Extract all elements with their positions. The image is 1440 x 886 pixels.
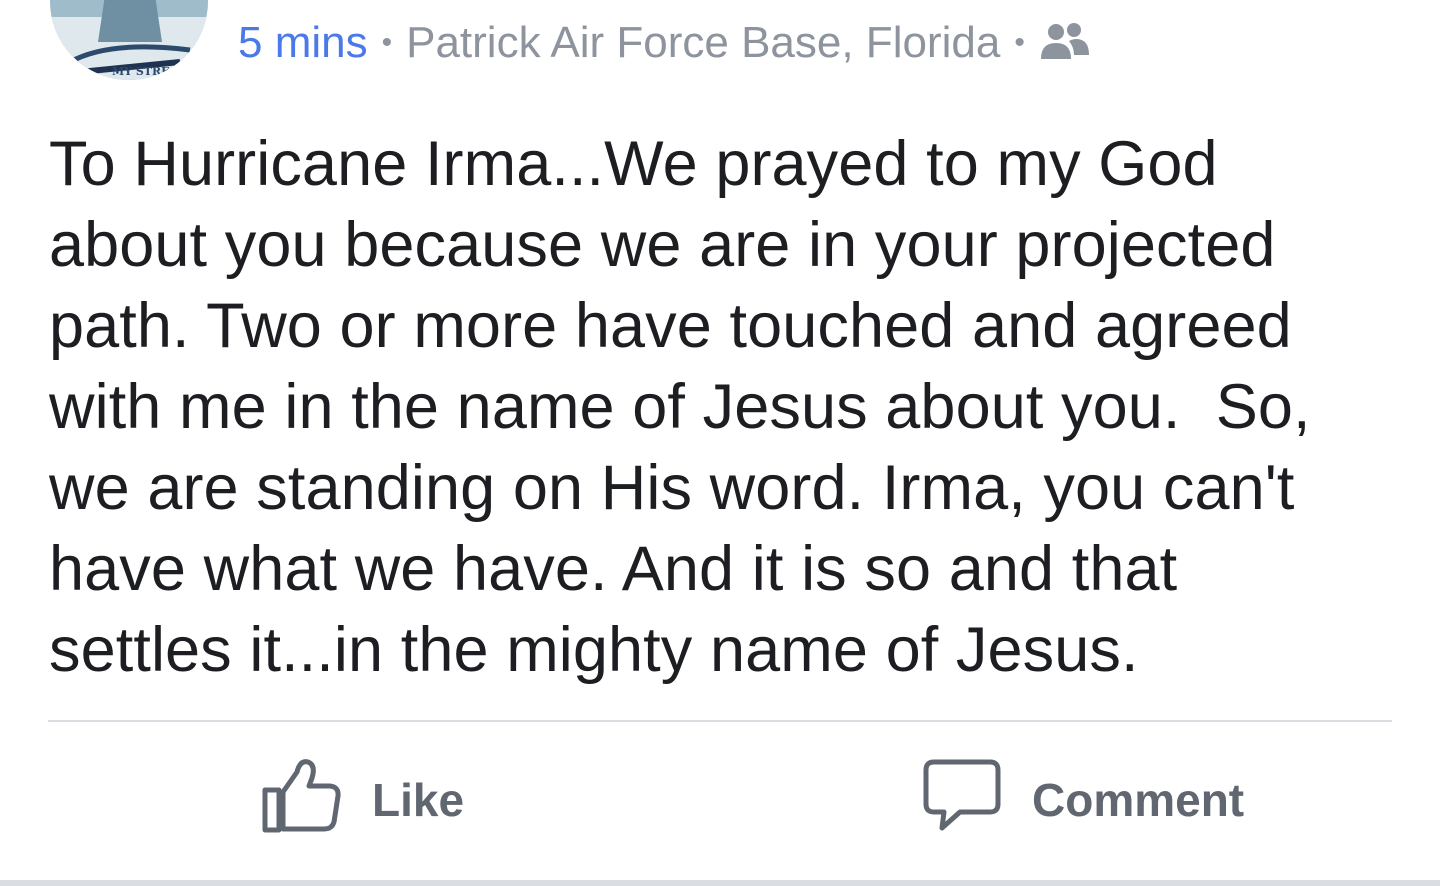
speech-bubble-icon [922, 758, 1002, 843]
comment-label: Comment [1032, 774, 1245, 826]
comment-button[interactable]: Comment [922, 750, 1244, 850]
post-text-line: we are standing on His word. Irma, you c… [49, 453, 1295, 523]
actions-divider [48, 720, 1392, 722]
post-text-line: To Hurricane Irma...We prayed to my God [49, 129, 1218, 199]
profile-photo-icon: MY STRE [50, 0, 208, 80]
like-label: Like [372, 774, 465, 826]
friends-icon[interactable] [1039, 21, 1091, 65]
post-text-line: settles it...in the mighty name of Jesus… [49, 615, 1139, 685]
svg-text:MY STRE: MY STRE [112, 65, 170, 78]
avatar[interactable]: MY STRE [50, 0, 208, 80]
post-meta: 5 mins • Patrick Air Force Base, Florida… [238, 18, 1091, 68]
post-text-line: have what we have. And it is so and that [49, 534, 1178, 604]
post-location[interactable]: Patrick Air Force Base, Florida [406, 18, 1000, 68]
post-text-line: about you because we are in your project… [49, 210, 1276, 280]
feed-separator [0, 880, 1440, 886]
post-card: MY STRE 5 mins • Patrick Air Force Base,… [0, 0, 1440, 886]
thumbs-up-icon [262, 756, 342, 845]
post-body: To Hurricane Irma...We prayed to my God … [49, 124, 1379, 691]
post-text-line: path. Two or more have touched and agree… [49, 291, 1292, 361]
post-text-line: with me in the name of Jesus about you. … [49, 372, 1311, 442]
meta-separator: • [381, 26, 393, 59]
meta-separator: • [1014, 26, 1025, 59]
post-time-link[interactable]: 5 mins [238, 18, 368, 68]
post-actions: Like Comment [0, 750, 1440, 850]
like-button[interactable]: Like [262, 750, 464, 850]
